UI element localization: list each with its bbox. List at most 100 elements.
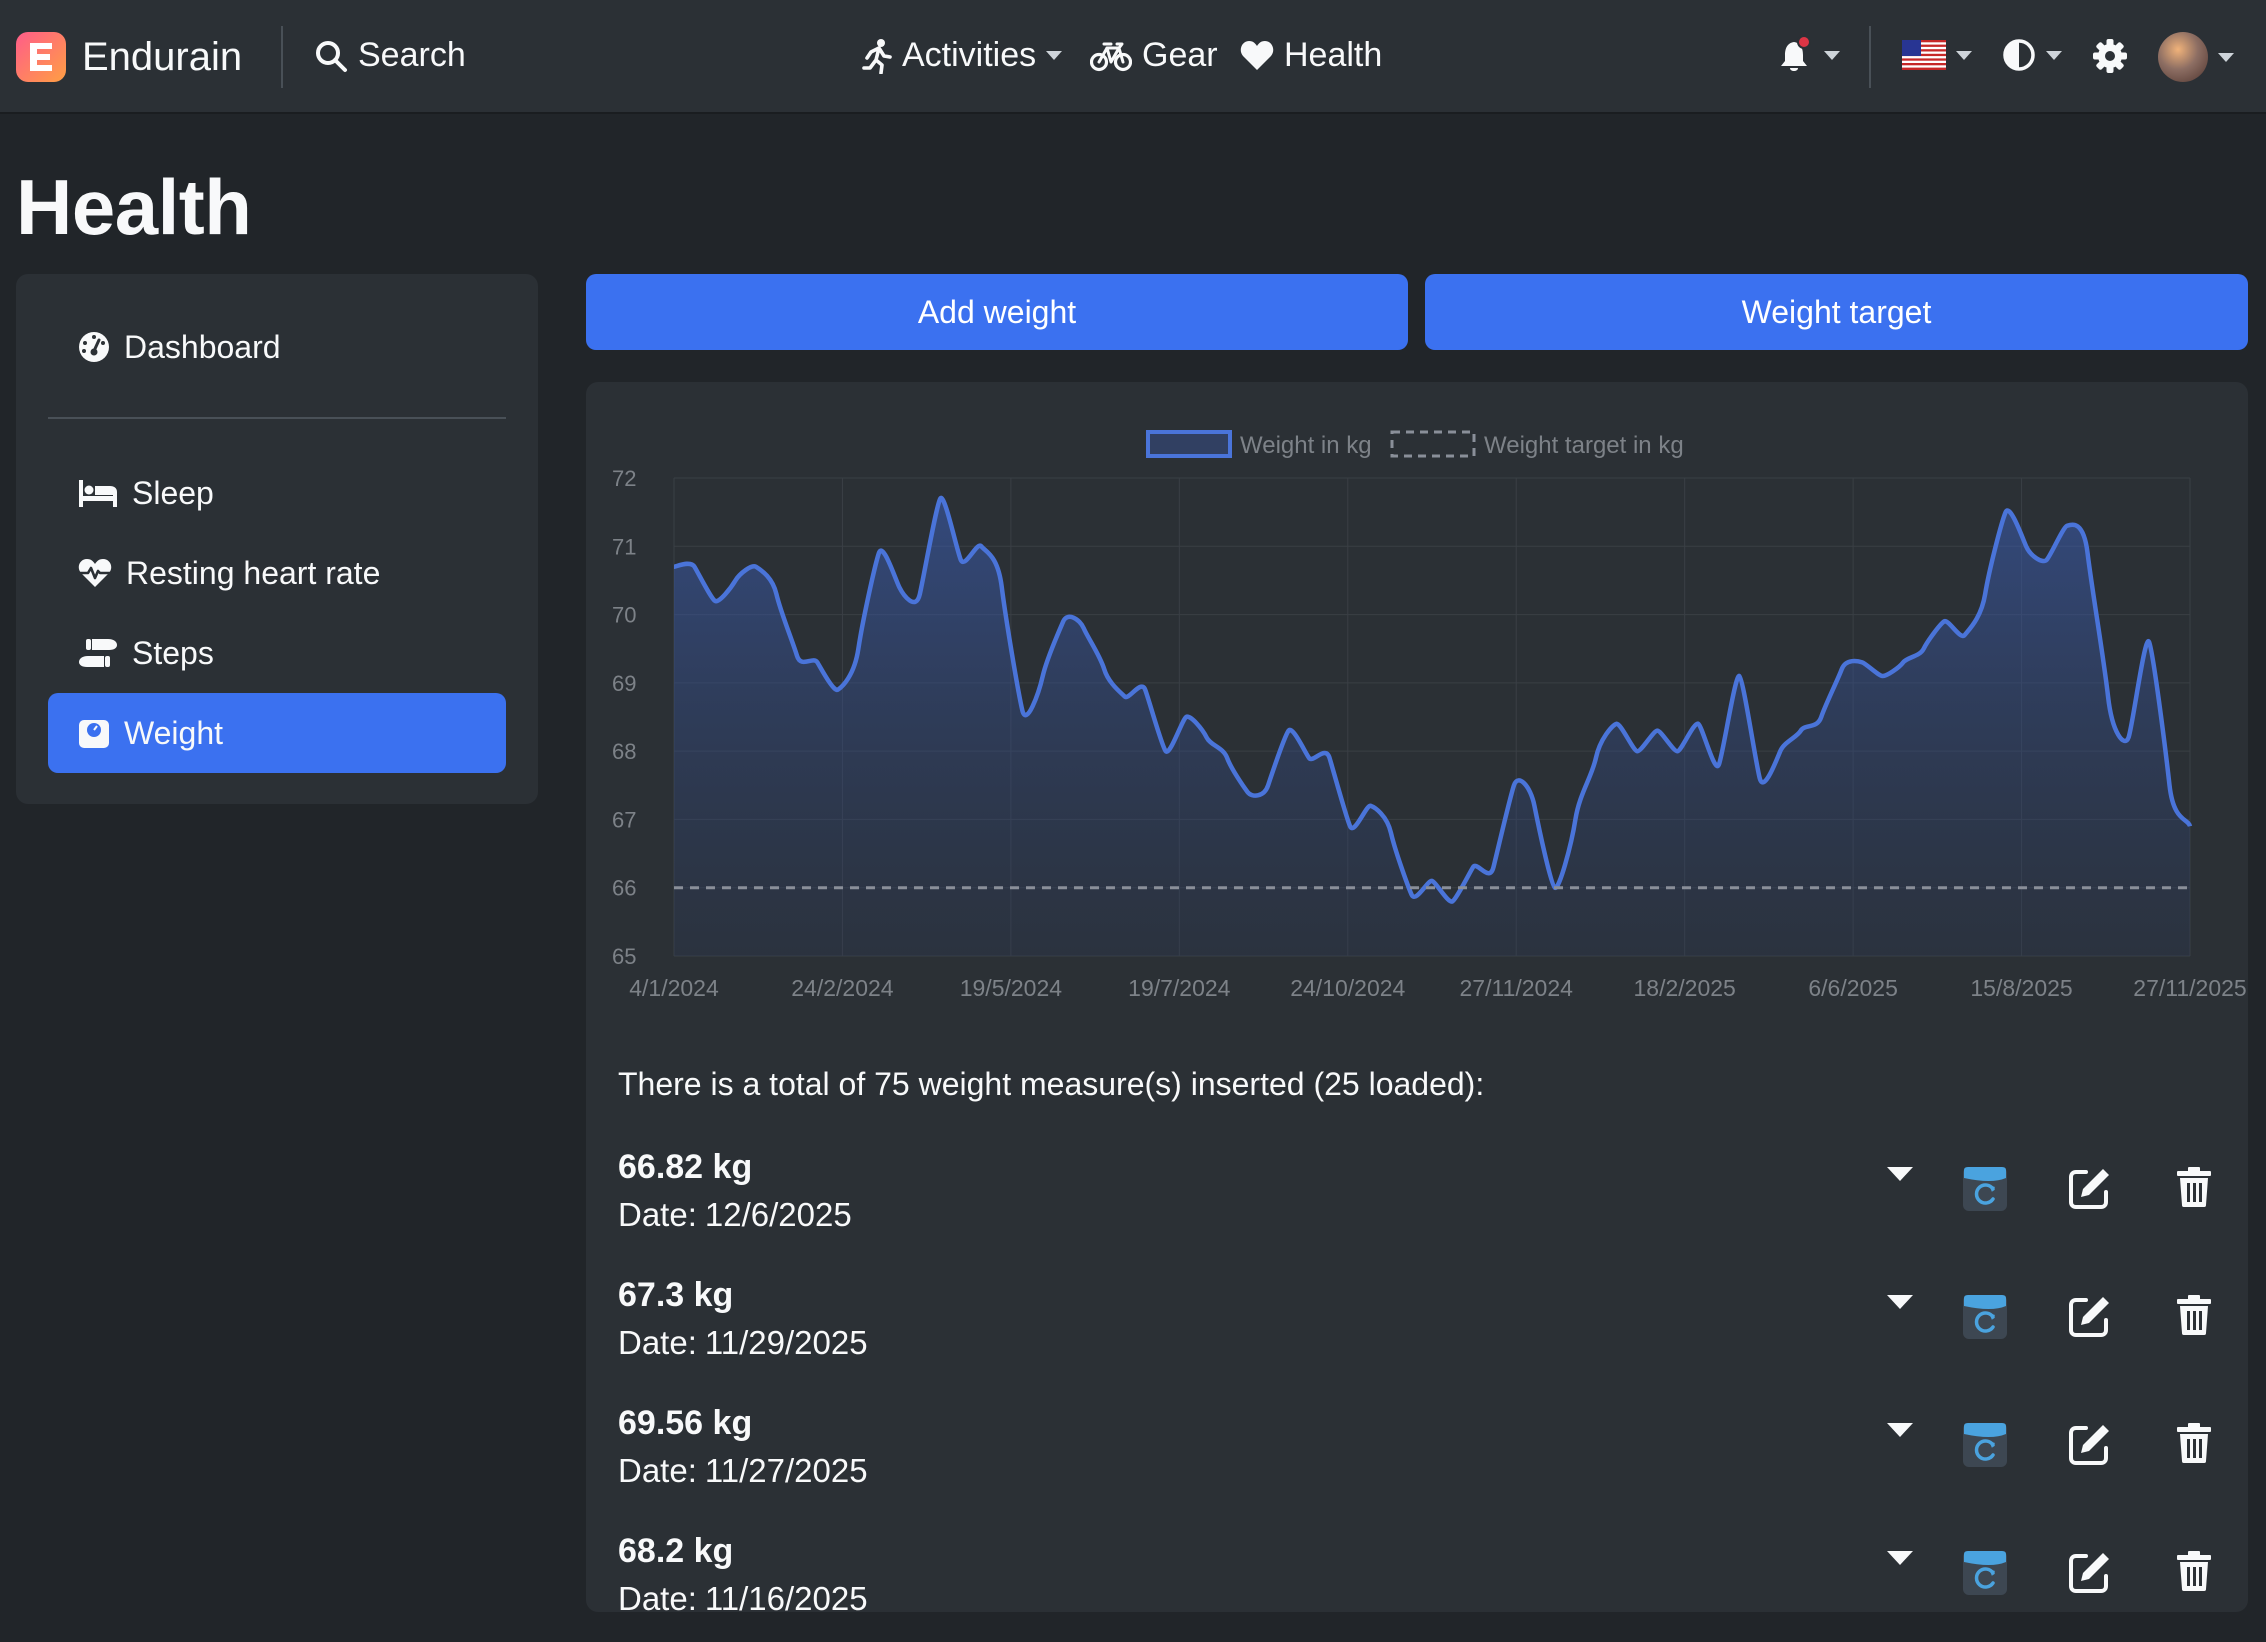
settings-button[interactable] <box>2092 38 2128 74</box>
edit-button[interactable] <box>2068 1550 2112 1594</box>
entry-weight: 66.82 kg <box>618 1148 753 1186</box>
x-tick-label: 27/11/2025 <box>2133 975 2246 1001</box>
delete-button[interactable] <box>2176 1166 2212 1208</box>
bell-icon <box>1781 36 1811 71</box>
sidebar-item-label: Sleep <box>132 474 214 511</box>
garmin-sync-button[interactable] <box>1962 1294 2008 1340</box>
y-tick-label: 72 <box>612 466 636 491</box>
x-tick-label: 6/6/2025 <box>1808 975 1898 1001</box>
sidebar-item-resting-heart-rate[interactable]: Resting heart rate <box>48 533 506 613</box>
x-tick-label: 4/1/2024 <box>629 975 719 1001</box>
chevron-down-icon <box>2218 52 2234 62</box>
x-tick-label: 19/5/2024 <box>960 975 1063 1001</box>
theme-switcher[interactable] <box>2002 38 2062 72</box>
add-weight-button[interactable]: Add weight <box>586 274 1408 350</box>
entry-date-label: Date: <box>618 1580 697 1617</box>
sidebar-item-dashboard[interactable]: Dashboard <box>48 307 506 387</box>
activities-label: Activities <box>902 36 1037 74</box>
search-button[interactable]: Search <box>314 36 466 75</box>
entry-date-row: Date: 11/29/2025 <box>618 1324 868 1362</box>
entry-date: 11/29/2025 <box>704 1324 868 1361</box>
edit-button[interactable] <box>2068 1166 2112 1210</box>
y-tick-label: 69 <box>612 671 636 696</box>
brand-name: Endurain <box>82 34 243 79</box>
expand-button[interactable] <box>1886 1294 1914 1310</box>
nav-activities[interactable]: Activities <box>862 36 1063 75</box>
list-item: 66.82 kg Date: 12/6/2025 <box>618 1148 2218 1258</box>
entry-date-label: Date: <box>618 1196 697 1233</box>
x-tick-label: 19/7/2024 <box>1128 975 1231 1001</box>
entry-weight: 68.2 kg <box>618 1532 734 1570</box>
brand-link[interactable]: Endurain <box>16 32 242 82</box>
garmin-sync-button[interactable] <box>1962 1166 2008 1212</box>
bicycle-icon <box>1090 42 1132 71</box>
edit-button[interactable] <box>2068 1294 2112 1338</box>
entry-date-row: Date: 11/27/2025 <box>618 1452 868 1490</box>
nav-divider <box>1869 26 1871 88</box>
weight-target-button[interactable]: Weight target <box>1425 274 2248 350</box>
entry-date: 11/16/2025 <box>704 1580 868 1617</box>
entry-date-label: Date: <box>618 1324 697 1361</box>
expand-button[interactable] <box>1886 1422 1914 1438</box>
trash-icon <box>2177 1551 2211 1591</box>
gauge-icon <box>79 332 109 362</box>
user-menu[interactable] <box>2158 32 2234 82</box>
delete-button[interactable] <box>2176 1550 2212 1592</box>
delete-button[interactable] <box>2176 1422 2212 1464</box>
sidebar-divider <box>48 417 506 419</box>
y-tick-label: 66 <box>612 876 636 901</box>
garmin-sync-button[interactable] <box>1962 1550 2008 1596</box>
caret-down-icon <box>1887 1423 1913 1437</box>
x-tick-label: 24/10/2024 <box>1290 975 1405 1001</box>
garmin-sync-icon <box>1963 1551 2007 1595</box>
nav-gear[interactable]: Gear <box>1090 36 1218 75</box>
y-tick-label: 68 <box>612 739 636 764</box>
sidebar-item-sleep[interactable]: Sleep <box>48 453 506 533</box>
chevron-down-icon <box>1046 51 1063 60</box>
expand-button[interactable] <box>1886 1550 1914 1566</box>
garmin-sync-icon <box>1963 1423 2007 1467</box>
edit-icon <box>2069 1297 2109 1337</box>
bed-icon <box>79 480 117 507</box>
sidebar-item-weight[interactable]: Weight <box>48 693 506 773</box>
garmin-sync-icon <box>1963 1167 2007 1211</box>
entry-weight: 69.56 kg <box>618 1404 753 1442</box>
legend-swatch-weight <box>1146 430 1232 458</box>
legend-label-target: Weight target in kg <box>1484 432 1684 459</box>
health-label: Health <box>1284 36 1383 74</box>
sidebar-item-label: Weight <box>124 714 224 751</box>
entry-date: 11/27/2025 <box>704 1452 868 1489</box>
sidebar-item-label: Resting heart rate <box>126 554 381 591</box>
expand-button[interactable] <box>1886 1166 1914 1182</box>
chevron-down-icon <box>2046 50 2062 60</box>
gear-label: Gear <box>1142 36 1218 74</box>
running-icon <box>862 38 892 74</box>
shoe-prints-icon <box>79 639 117 667</box>
endurain-logo-icon <box>16 32 66 82</box>
heart-pulse-icon <box>78 559 112 587</box>
entry-weight: 67.3 kg <box>618 1276 734 1314</box>
trash-icon <box>2177 1295 2211 1335</box>
x-tick-label: 24/2/2024 <box>791 975 894 1001</box>
search-icon <box>316 40 347 72</box>
page-title: Health <box>16 163 252 251</box>
sidebar-item-label: Dashboard <box>124 328 281 365</box>
language-switcher[interactable] <box>1902 40 1972 70</box>
nav-health[interactable]: Health <box>1240 36 1382 75</box>
weight-chart: 65 66 67 68 69 70 71 72 4/1/2024 24/2/2024 19/5/20… <box>586 382 2248 1022</box>
chevron-down-icon <box>1956 50 1972 60</box>
notifications-button[interactable] <box>1778 36 1840 74</box>
garmin-sync-button[interactable] <box>1962 1422 2008 1468</box>
heart-icon <box>1240 40 1274 70</box>
sidebar-item-steps[interactable]: Steps <box>48 613 506 693</box>
search-label: Search <box>358 36 466 74</box>
weight-scale-icon <box>79 720 109 748</box>
edit-button[interactable] <box>2068 1422 2112 1466</box>
legend-swatch-target <box>1390 430 1476 458</box>
list-item: 68.2 kg Date: 11/16/2025 <box>618 1532 2218 1642</box>
entry-date-row: Date: 12/6/2025 <box>618 1196 852 1234</box>
y-tick-label: 65 <box>612 944 636 969</box>
edit-icon <box>2069 1553 2109 1593</box>
chevron-down-icon <box>1824 50 1840 60</box>
delete-button[interactable] <box>2176 1294 2212 1336</box>
